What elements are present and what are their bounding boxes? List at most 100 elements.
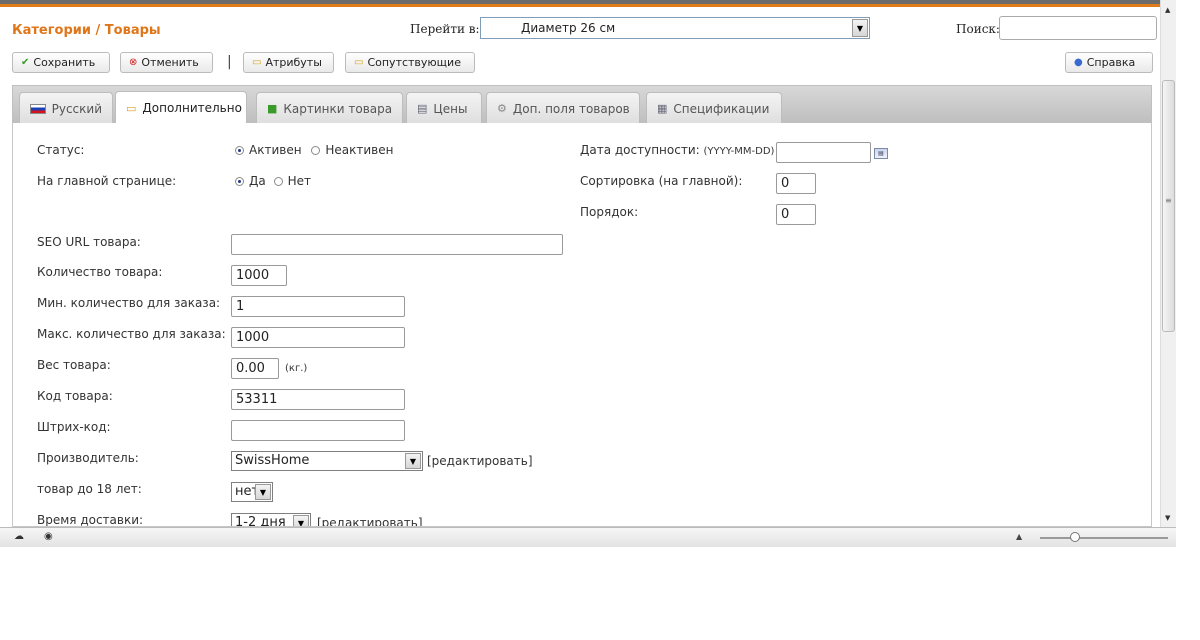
header: Категории / Товары Перейти в: Диаметр 26…: [0, 7, 1160, 47]
weight-input[interactable]: 0.00: [231, 358, 279, 379]
status-bar: ☁ ◉ ▲: [0, 527, 1176, 547]
availability-label: Дата доступности: (YYYY-MM-DD): [580, 143, 774, 157]
search-label: Поиск:: [956, 22, 1000, 36]
weight-label: Вес товара:: [37, 358, 111, 372]
status-inactive-radio[interactable]: [311, 146, 321, 155]
tab-prices[interactable]: ▤ Цены: [406, 92, 482, 124]
attributes-button-label: Атрибуты: [265, 56, 322, 69]
availability-label-text: Дата доступности:: [580, 143, 700, 157]
tab-additional[interactable]: ▭ Дополнительно: [115, 91, 247, 124]
status-label: Статус:: [37, 143, 85, 157]
scroll-up-icon[interactable]: ▲: [1165, 6, 1170, 14]
flag-ru-icon: [30, 103, 46, 114]
sort-home-label: Сортировка (на главной):: [580, 174, 743, 188]
attributes-button[interactable]: ▭ Атрибуты: [243, 52, 334, 73]
tab-bar: Русский ▭ Дополнительно ■ Картинки товар…: [12, 85, 1152, 124]
zoom-slider-track[interactable]: [1040, 537, 1168, 539]
tab-label: Картинки товара: [283, 101, 393, 116]
status-inactive-label: Неактивен: [325, 143, 394, 157]
quantity-input[interactable]: 1000: [231, 265, 287, 286]
seo-url-input[interactable]: [231, 234, 563, 255]
tab-label: Дополнительно: [142, 101, 242, 115]
toolbar-separator: |: [227, 54, 232, 70]
zoom-slider-knob[interactable]: [1070, 532, 1080, 542]
tab-label: Доп. поля товаров: [512, 101, 630, 116]
barcode-input[interactable]: [231, 420, 405, 441]
cancel-icon: ⊗: [129, 57, 138, 68]
weight-unit: (кг.): [285, 363, 308, 374]
help-button-label: Справка: [1086, 56, 1136, 69]
related-button-label: Сопутствующие: [367, 56, 461, 69]
min-qty-input[interactable]: 1: [231, 296, 405, 317]
home-yes-radio[interactable]: [235, 177, 244, 186]
zoom-triangle-icon: ▲: [1016, 532, 1023, 541]
delivery-select-value: 1-2 дня: [235, 515, 286, 527]
related-button[interactable]: ▭ Сопутствующие: [345, 52, 475, 73]
chevron-down-icon[interactable]: ▼: [255, 484, 271, 500]
under18-label: товар до 18 лет:: [37, 482, 142, 496]
goto-select[interactable]: Диаметр 26 см ▼: [480, 17, 870, 39]
home-label: На главной странице:: [37, 174, 177, 188]
home-no-radio[interactable]: [273, 177, 283, 186]
info-icon: ●: [1074, 57, 1083, 68]
tab-russian[interactable]: Русский: [19, 92, 113, 124]
status-active-radio[interactable]: [235, 146, 244, 155]
tab-label: Цены: [433, 101, 468, 116]
sort-home-input[interactable]: 0: [776, 173, 816, 194]
tab-label: Спецификации: [673, 101, 770, 116]
home-radios: Да Нет: [235, 174, 311, 188]
search-input[interactable]: [999, 16, 1157, 40]
quantity-label: Количество товара:: [37, 265, 163, 279]
save-button[interactable]: ✔ Сохранить: [12, 52, 110, 73]
cancel-button-label: Отменить: [141, 56, 199, 69]
status-active-label: Активен: [249, 143, 302, 157]
calendar-icon[interactable]: ▤: [874, 148, 888, 159]
chevron-down-icon[interactable]: ▼: [852, 19, 868, 37]
note-icon: ▭: [126, 101, 137, 115]
tab-specs[interactable]: ▦ Спецификации: [646, 92, 782, 124]
order-label: Порядок:: [580, 205, 639, 219]
image-icon: ■: [267, 102, 278, 115]
form-panel: Статус: Активен Неактивен На главной стр…: [12, 123, 1152, 527]
chevron-down-icon[interactable]: ▼: [293, 515, 309, 526]
delivery-select[interactable]: 1-2 дня ▼: [231, 513, 311, 527]
toolbar: ✔ Сохранить ⊗ Отменить | ▭ Атрибуты ▭ Со…: [0, 52, 1160, 78]
home-no-label: Нет: [287, 174, 311, 188]
app-window: Категории / Товары Перейти в: Диаметр 26…: [0, 0, 1176, 547]
code-label: Код товара:: [37, 389, 113, 403]
order-input[interactable]: 0: [776, 204, 816, 225]
tab-extra-fields[interactable]: ⚙ Доп. поля товаров: [486, 92, 640, 124]
chevron-down-icon[interactable]: ▼: [405, 453, 421, 469]
goto-label: Перейти в:: [410, 22, 480, 36]
vertical-scrollbar[interactable]: ▲ ≡ ▼: [1160, 0, 1176, 527]
cloud-icon[interactable]: ☁: [14, 531, 24, 542]
scrollbar-thumb[interactable]: [1162, 80, 1175, 332]
min-qty-label: Мин. количество для заказа:: [37, 296, 221, 310]
max-qty-input[interactable]: 1000: [231, 327, 405, 348]
checkmark-icon: ✔: [21, 57, 30, 68]
under18-select[interactable]: нет ▼: [231, 482, 273, 502]
scroll-grip-icon: ≡: [1165, 196, 1172, 205]
manufacturer-select-value: SwissHome: [235, 453, 310, 468]
help-button[interactable]: ● Справка: [1065, 52, 1153, 73]
spec-icon: ▦: [657, 102, 668, 115]
price-icon: ▤: [417, 102, 428, 115]
save-button-label: Сохранить: [33, 56, 96, 69]
manufacturer-edit-link[interactable]: [редактировать]: [427, 454, 533, 468]
tab-label: Русский: [51, 101, 102, 116]
gauge-icon[interactable]: ◉: [44, 531, 53, 542]
breadcrumb[interactable]: Категории / Товары: [12, 23, 161, 38]
delivery-edit-link[interactable]: [редактировать]: [317, 516, 423, 526]
code-input[interactable]: 53311: [231, 389, 405, 410]
note-icon: ▭: [252, 57, 262, 68]
cancel-button[interactable]: ⊗ Отменить: [120, 52, 213, 73]
seo-url-label: SEO URL товара:: [37, 235, 141, 249]
gear-icon: ⚙: [497, 102, 507, 115]
manufacturer-select[interactable]: SwissHome ▼: [231, 451, 423, 471]
tab-images[interactable]: ■ Картинки товара: [256, 92, 403, 124]
manufacturer-label: Производитель:: [37, 451, 139, 465]
availability-date-input[interactable]: [776, 142, 871, 163]
scroll-down-icon[interactable]: ▼: [1165, 514, 1170, 522]
max-qty-label: Макс. количество для заказа:: [37, 327, 226, 341]
barcode-label: Штрих-код:: [37, 420, 111, 434]
